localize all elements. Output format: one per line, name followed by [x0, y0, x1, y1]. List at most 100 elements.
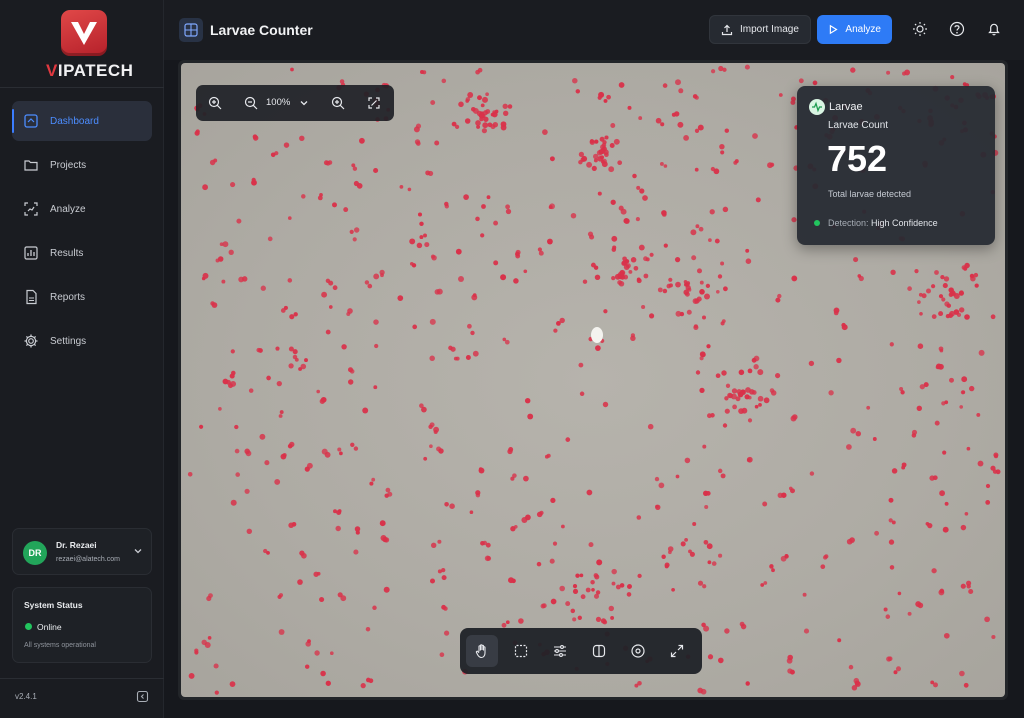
larva-marker: [485, 92, 489, 97]
larva-marker: [630, 333, 636, 338]
larva-marker: [283, 142, 290, 148]
larva-marker: [593, 265, 599, 270]
target-tool-button[interactable]: [622, 635, 654, 667]
larva-marker: [598, 149, 604, 155]
larva-marker: [244, 448, 250, 455]
larva-marker: [278, 593, 284, 598]
larva-marker: [790, 96, 796, 102]
larva-marker: [586, 161, 593, 168]
larva-marker: [611, 568, 617, 575]
adjust-tool-button[interactable]: [544, 635, 576, 667]
larva-marker: [919, 311, 923, 316]
analyze-button[interactable]: Analyze: [817, 15, 892, 44]
larva-marker: [632, 173, 637, 179]
larva-marker: [423, 233, 427, 238]
result-description: Total larvae detected: [828, 189, 912, 199]
help-icon[interactable]: [949, 21, 965, 37]
larva-marker: [687, 287, 692, 292]
larva-marker: [510, 476, 515, 481]
larva-marker: [207, 636, 212, 640]
larva-marker: [429, 444, 433, 449]
system-status-detail: All systems operational: [24, 642, 96, 649]
larva-marker: [895, 666, 902, 672]
import-image-button[interactable]: Import Image: [709, 15, 811, 44]
larva-marker: [480, 233, 485, 238]
user-profile-menu[interactable]: DR Dr. Rezaei rezaei@alatech.com: [12, 528, 152, 575]
chevron-down-icon[interactable]: [296, 95, 312, 111]
larva-marker: [552, 541, 558, 546]
larva-marker: [329, 651, 334, 656]
larva-marker: [755, 197, 761, 203]
sidebar-item-analyze[interactable]: Analyze: [12, 189, 152, 229]
larva-marker: [907, 286, 912, 291]
larva-marker: [472, 293, 477, 297]
sidebar-item-projects[interactable]: Projects: [12, 145, 152, 185]
vipatech-logo[interactable]: VIPATECH: [40, 8, 133, 80]
larva-marker: [618, 82, 625, 88]
larva-marker: [675, 474, 680, 479]
larva-marker: [620, 208, 627, 215]
larva-marker: [259, 433, 266, 440]
system-status-value: Online: [37, 622, 62, 632]
sidebar-item-dashboard[interactable]: Dashboard: [12, 101, 152, 141]
larva-marker: [260, 285, 266, 291]
larva-marker: [985, 483, 991, 489]
larva-marker: [944, 301, 950, 307]
larva-marker: [740, 389, 745, 395]
pan-tool-button[interactable]: [466, 635, 498, 667]
larvae-count-card: Larvae Larvae Count 752 Total larvae det…: [797, 86, 995, 245]
larva-marker: [550, 497, 556, 504]
larva-marker: [443, 606, 448, 611]
larvae-image-canvas[interactable]: 100% Larvae Larvae Count 752 Total larva…: [181, 63, 1005, 697]
larva-marker: [944, 501, 949, 506]
sidebar-item-reports[interactable]: Reports: [12, 277, 152, 317]
larva-marker: [625, 263, 631, 269]
larva-marker: [610, 123, 616, 128]
larva-marker: [747, 418, 753, 423]
larva-marker: [436, 446, 442, 452]
larva-marker: [757, 395, 764, 402]
larva-marker: [850, 67, 856, 73]
larva-marker: [429, 318, 436, 325]
larva-marker: [777, 293, 782, 299]
larva-marker: [991, 634, 996, 640]
zoom-in-icon[interactable]: [330, 95, 346, 111]
larva-marker: [978, 349, 985, 356]
larva-marker: [663, 164, 668, 168]
zoom-out-icon[interactable]: [243, 95, 259, 111]
select-tool-button[interactable]: [505, 635, 537, 667]
larva-marker: [441, 567, 446, 573]
larva-marker: [347, 379, 354, 385]
user-email: rezaei@alatech.com: [56, 556, 120, 563]
notification-bell-icon[interactable]: [986, 21, 1002, 37]
larva-marker: [490, 112, 495, 117]
larva-marker: [746, 458, 751, 462]
zoom-in-icon[interactable]: [207, 95, 223, 111]
larva-marker: [327, 160, 333, 165]
zoom-level[interactable]: 100%: [266, 97, 290, 108]
larva-marker: [588, 542, 594, 548]
larva-marker: [659, 161, 664, 166]
larva-marker: [365, 626, 371, 632]
larva-marker: [699, 280, 704, 285]
larva-marker: [638, 244, 645, 251]
fit-screen-icon[interactable]: [366, 95, 382, 111]
larva-marker: [560, 524, 565, 529]
larva-marker: [241, 276, 248, 282]
larva-marker: [600, 618, 607, 624]
larva-marker: [430, 100, 436, 106]
larva-marker: [307, 639, 311, 644]
larva-marker: [475, 492, 481, 498]
compare-tool-button[interactable]: [583, 635, 615, 667]
larva-marker: [711, 561, 717, 566]
collapse-sidebar-icon[interactable]: [136, 690, 149, 703]
sidebar-item-settings[interactable]: Settings: [12, 321, 152, 361]
fullscreen-tool-button[interactable]: [661, 635, 693, 667]
larva-marker: [513, 278, 519, 284]
theme-sun-icon[interactable]: [912, 21, 928, 37]
sidebar-item-results[interactable]: Results: [12, 233, 152, 273]
larva-marker: [480, 541, 485, 546]
larva-marker: [703, 625, 710, 632]
larva-marker: [943, 276, 950, 282]
larva-marker: [661, 554, 666, 559]
